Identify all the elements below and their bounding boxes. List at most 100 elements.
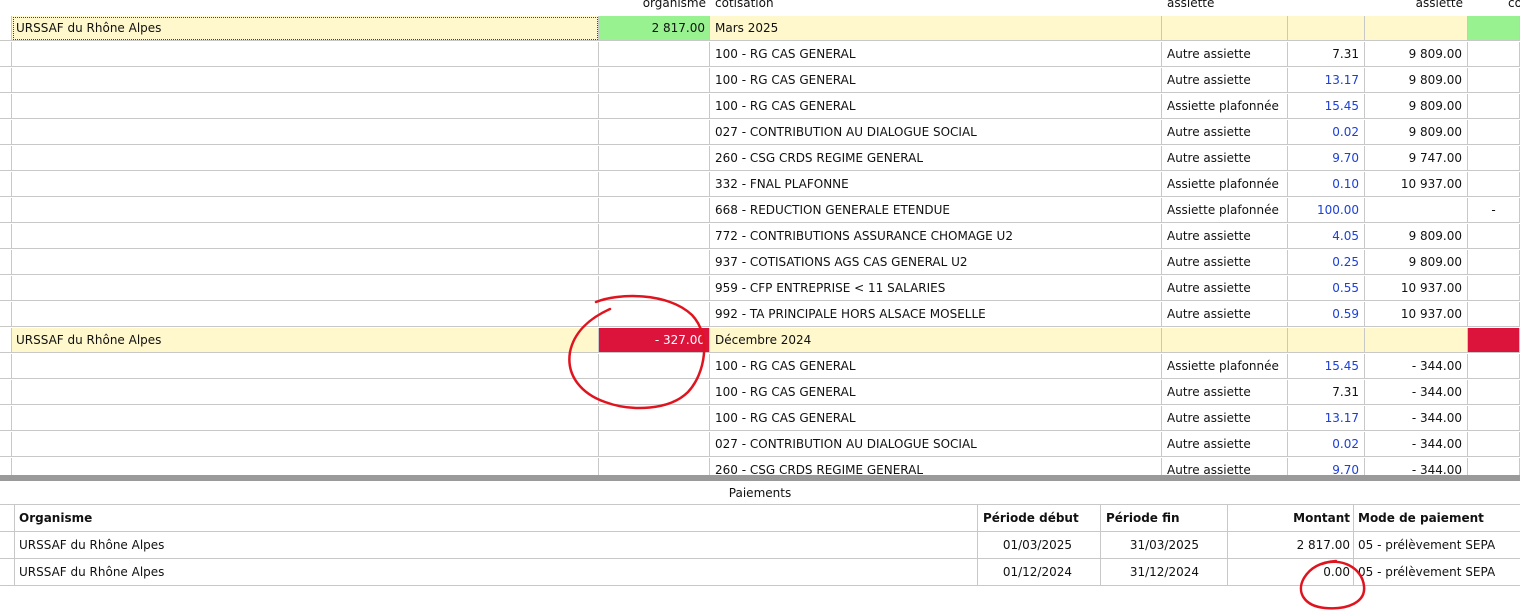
assiette-cell: - 344.00 <box>1365 406 1468 431</box>
last-cell <box>1468 458 1520 475</box>
montant-cell <box>599 406 710 431</box>
row-indicator <box>0 380 12 405</box>
header-periode-fin[interactable]: Période fin <box>1101 505 1228 532</box>
detail-row[interactable]: 260 - CSG CRDS REGIME GENERAL Autre assie… <box>0 146 1520 172</box>
assiette-cell: 9 809.00 <box>1365 120 1468 145</box>
assiette-type-cell: Autre assiette <box>1162 406 1288 431</box>
last-cell <box>1468 432 1520 457</box>
row-indicator <box>0 532 15 559</box>
detail-row[interactable]: 027 - CONTRIBUTION AU DIALOGUE SOCIAL Aut… <box>0 120 1520 146</box>
cotisation-cell: 937 - COTISATIONS AGS CAS GENERAL U2 <box>710 250 1162 275</box>
header-organisme[interactable]: organisme <box>599 0 710 11</box>
detail-row[interactable]: 100 - RG CAS GENERAL Assiette plafonnée 15… <box>0 354 1520 380</box>
payment-debut: 01/03/2025 <box>978 532 1101 559</box>
header-periode-debut[interactable]: Période début <box>978 505 1101 532</box>
detail-row[interactable]: 937 - COTISATIONS AGS CAS GENERAL U2 Autr… <box>0 250 1520 276</box>
assiette-type-cell: Autre assiette <box>1162 302 1288 327</box>
periode-cell: Décembre 2024 <box>710 328 1162 353</box>
row-indicator <box>0 302 12 327</box>
detail-row[interactable]: 668 - REDUCTION GENERALE ETENDUE Assiette… <box>0 198 1520 224</box>
last-cell <box>1468 354 1520 379</box>
empty-cell <box>1288 16 1365 41</box>
header-organisme[interactable]: Organisme <box>15 505 978 532</box>
organisme-cell <box>12 302 599 327</box>
last-cell <box>1468 42 1520 67</box>
row-indicator <box>0 505 15 532</box>
taux-cell: 0.10 <box>1288 172 1365 197</box>
montant-cell <box>599 250 710 275</box>
organisme-cell <box>12 68 599 93</box>
last-cell <box>1468 172 1520 197</box>
detail-row[interactable]: 959 - CFP ENTREPRISE < 11 SALARIES Autre … <box>0 276 1520 302</box>
payment-row[interactable]: URSSAF du Rhône Alpes 01/03/2025 31/03/2… <box>0 532 1520 559</box>
payments-panel: Paiements Organisme Période début Périod… <box>0 481 1520 612</box>
header-mode-paiement[interactable]: Mode de paiement <box>1354 505 1520 532</box>
assiette-cell: 10 937.00 <box>1365 172 1468 197</box>
assiette-cell: 10 937.00 <box>1365 276 1468 301</box>
last-cell <box>1468 68 1520 93</box>
row-indicator <box>0 42 12 67</box>
assiette-type-cell: Autre assiette <box>1162 120 1288 145</box>
group-row[interactable]: URSSAF du Rhône Alpes 2 817.00 Mars 2025 <box>0 16 1520 42</box>
detail-row[interactable]: 027 - CONTRIBUTION AU DIALOGUE SOCIAL Aut… <box>0 432 1520 458</box>
organisme-cell: URSSAF du Rhône Alpes <box>12 328 599 353</box>
detail-row[interactable]: 772 - CONTRIBUTIONS ASSURANCE CHOMAGE U2… <box>0 224 1520 250</box>
header-montant[interactable]: Montant <box>1228 505 1354 532</box>
empty-cell <box>1288 328 1365 353</box>
cotisation-cell: 100 - RG CAS GENERAL <box>710 406 1162 431</box>
row-indicator <box>0 172 12 197</box>
assiette-type-cell: Autre assiette <box>1162 68 1288 93</box>
detail-row[interactable]: 100 - RG CAS GENERAL Autre assiette 13.17 9… <box>0 68 1520 94</box>
payment-montant: 2 817.00 <box>1228 532 1354 559</box>
payments-title: Paiements <box>0 481 1520 505</box>
detail-row[interactable]: 260 - CSG CRDS REGIME GENERAL Autre assie… <box>0 458 1520 475</box>
montant-cell: - 327.00 <box>599 328 710 353</box>
cotisation-cell: 260 - CSG CRDS REGIME GENERAL <box>710 458 1162 475</box>
taux-cell: 9.70 <box>1288 146 1365 171</box>
group-row[interactable]: URSSAF du Rhône Alpes - 327.00 Décembre 20… <box>0 328 1520 354</box>
taux-cell: 0.55 <box>1288 276 1365 301</box>
assiette-cell: - 344.00 <box>1365 432 1468 457</box>
detail-row[interactable]: 100 - RG CAS GENERAL Autre assiette 7.31- … <box>0 380 1520 406</box>
row-indicator <box>0 276 12 301</box>
payment-organisme: URSSAF du Rhône Alpes <box>15 559 978 586</box>
last-cell <box>1468 146 1520 171</box>
header-last[interactable]: co <box>1468 0 1520 11</box>
taux-cell: 15.45 <box>1288 94 1365 119</box>
assiette-cell: 9 809.00 <box>1365 94 1468 119</box>
last-cell <box>1468 250 1520 275</box>
payment-mode: 05 - prélèvement SEPA <box>1354 532 1520 559</box>
header-cotisation[interactable]: cotisation <box>710 0 1162 11</box>
organisme-cell <box>12 380 599 405</box>
detail-row[interactable]: 100 - RG CAS GENERAL Autre assiette 13.17-… <box>0 406 1520 432</box>
taux-cell: 13.17 <box>1288 406 1365 431</box>
row-indicator <box>0 458 12 475</box>
header-assiette-type[interactable]: assiette <box>1162 0 1288 11</box>
payment-row[interactable]: URSSAF du Rhône Alpes 01/12/2024 31/12/2… <box>0 559 1520 586</box>
row-indicator <box>0 224 12 249</box>
assiette-type-cell: Assiette plafonnée <box>1162 172 1288 197</box>
assiette-type-cell: Assiette plafonnée <box>1162 94 1288 119</box>
montant-cell <box>599 224 710 249</box>
organisme-cell <box>12 250 599 275</box>
row-indicator <box>0 120 12 145</box>
organisme-cell <box>12 354 599 379</box>
organisme-cell <box>12 276 599 301</box>
row-indicator <box>0 198 12 223</box>
detail-row[interactable]: 100 - RG CAS GENERAL Assiette plafonnée 15… <box>0 94 1520 120</box>
row-indicator <box>0 68 12 93</box>
taux-cell: 4.05 <box>1288 224 1365 249</box>
cotisations-table: organisme cotisation assiette assiette c… <box>0 0 1520 475</box>
last-cell <box>1468 276 1520 301</box>
header-assiette[interactable]: assiette <box>1365 0 1468 11</box>
cotisation-cell: 100 - RG CAS GENERAL <box>710 42 1162 67</box>
row-indicator <box>0 354 12 379</box>
organisme-cell <box>12 42 599 67</box>
detail-row[interactable]: 100 - RG CAS GENERAL Autre assiette 7.31 9 … <box>0 42 1520 68</box>
assiette-type-cell: Autre assiette <box>1162 458 1288 475</box>
detail-row[interactable]: 992 - TA PRINCIPALE HORS ALSACE MOSELLE A… <box>0 302 1520 328</box>
taux-cell: 7.31 <box>1288 380 1365 405</box>
taux-cell: 15.45 <box>1288 354 1365 379</box>
detail-row[interactable]: 332 - FNAL PLAFONNE Assiette plafonnée 0.1… <box>0 172 1520 198</box>
payment-organisme: URSSAF du Rhône Alpes <box>15 532 978 559</box>
